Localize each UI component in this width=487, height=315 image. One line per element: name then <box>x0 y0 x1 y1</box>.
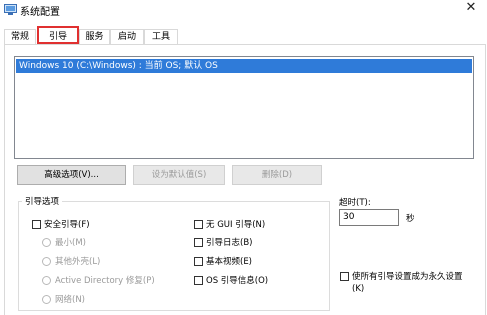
checkbox-box[interactable] <box>340 271 349 281</box>
tab-startup[interactable]: 启动 <box>110 29 144 44</box>
active-directory-radio[interactable]: Active Directory 修复(P) <box>42 274 155 286</box>
set-default-button[interactable]: 设为默认值(S) <box>133 165 225 185</box>
delete-button[interactable]: 删除(D) <box>232 165 322 185</box>
base-video-label: 基本视频(E) <box>206 257 253 267</box>
tab-tools[interactable]: 工具 <box>144 29 178 44</box>
checkbox-box[interactable] <box>194 275 203 285</box>
minimal-label: 最小(M) <box>55 238 86 248</box>
make-permanent-label: 使所有引导设置成为永久设置 <box>352 272 463 282</box>
radio-circle[interactable] <box>42 256 51 266</box>
make-permanent-accelerator: (K) <box>352 284 365 294</box>
boot-options-legend: 引导选项 <box>22 195 63 207</box>
radio-circle[interactable] <box>42 294 51 304</box>
tab-general[interactable]: 常规 <box>4 29 36 44</box>
safe-boot-checkbox[interactable]: 安全引导(F) <box>32 218 90 230</box>
tab-boot[interactable]: 引导 <box>37 26 79 44</box>
radio-circle[interactable] <box>42 237 51 247</box>
timeout-unit: 秒 <box>406 214 415 224</box>
base-video-checkbox[interactable]: 基本视频(E) <box>194 255 252 267</box>
advanced-options-button[interactable]: 高级选项(V)... <box>17 165 126 185</box>
boot-log-checkbox[interactable]: 引导日志(B) <box>194 236 252 248</box>
timeout-label: 超时(T): <box>339 198 371 208</box>
safe-boot-label: 安全引导(F) <box>44 220 90 230</box>
network-radio[interactable]: 网络(N) <box>42 293 85 305</box>
os-list[interactable]: Windows 10 (C:\Windows) : 当前 OS; 默认 OS <box>14 56 474 159</box>
network-label: 网络(N) <box>55 295 85 305</box>
window-title: 系统配置 <box>20 7 60 18</box>
active-directory-label: Active Directory 修复(P) <box>55 276 155 286</box>
boot-log-label: 引导日志(B) <box>206 238 253 248</box>
title-bar <box>0 0 487 22</box>
no-gui-boot-label: 无 GUI 引导(N) <box>206 220 266 230</box>
make-permanent-checkbox[interactable]: 使所有引导设置成为永久设置 <box>340 270 463 282</box>
msconfig-app-icon <box>4 4 17 15</box>
timeout-input[interactable]: 30 <box>339 209 399 226</box>
tab-strip: 常规 引导 服务 启动 工具 <box>0 26 487 44</box>
checkbox-box[interactable] <box>194 256 203 266</box>
checkbox-box[interactable] <box>194 219 203 229</box>
checkbox-box[interactable] <box>194 237 203 247</box>
checkbox-box[interactable] <box>32 219 41 229</box>
close-button[interactable]: ✕ <box>455 0 487 18</box>
os-boot-info-label: OS 引导信息(O) <box>206 276 269 286</box>
radio-circle[interactable] <box>42 275 51 285</box>
os-list-item[interactable]: Windows 10 (C:\Windows) : 当前 OS; 默认 OS <box>16 59 472 73</box>
minimal-radio[interactable]: 最小(M) <box>42 236 86 248</box>
alternate-shell-label: 其他外壳(L) <box>55 257 101 267</box>
os-boot-info-checkbox[interactable]: OS 引导信息(O) <box>194 274 268 286</box>
tab-services[interactable]: 服务 <box>79 29 110 44</box>
no-gui-boot-checkbox[interactable]: 无 GUI 引导(N) <box>194 218 265 230</box>
alternate-shell-radio[interactable]: 其他外壳(L) <box>42 255 100 267</box>
